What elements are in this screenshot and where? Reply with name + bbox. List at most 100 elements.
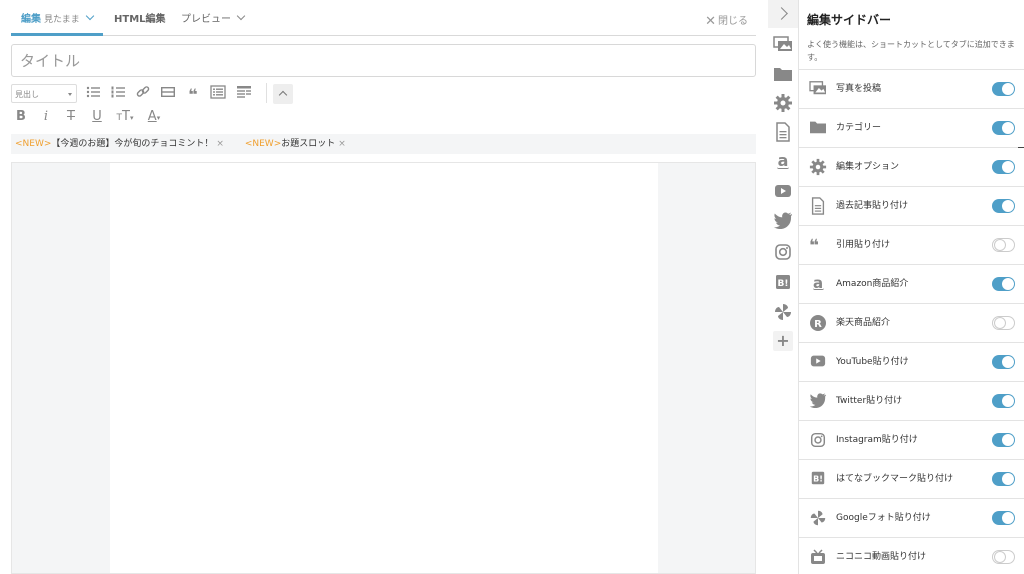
tab-wysiwyg-label: 編集 (21, 14, 41, 25)
chevron-down-icon (236, 11, 246, 21)
folder-icon[interactable] (773, 65, 793, 85)
sidebar-item-label: ニコニコ動画貼り付け (836, 552, 927, 562)
toggle-switch[interactable] (992, 82, 1015, 96)
sidebar-item-rakuten: R 楽天商品紹介 (799, 304, 1024, 343)
link-icon[interactable] (134, 84, 152, 102)
toggle-switch[interactable] (992, 316, 1015, 330)
youtube-icon[interactable] (773, 182, 793, 202)
svg-text:R: R (814, 319, 822, 330)
toggle-knob (994, 317, 1006, 329)
close-label: 閉じる (718, 16, 748, 27)
editor-body[interactable] (110, 163, 658, 573)
horizontal-rule-icon[interactable] (159, 84, 177, 102)
strikethrough-icon[interactable]: T (62, 108, 80, 126)
tab-html[interactable]: HTML編集 (114, 0, 166, 36)
google-photos-icon[interactable] (773, 302, 793, 322)
hatena-bookmark-icon[interactable]: B! (773, 273, 793, 293)
instagram-icon (809, 431, 827, 449)
tab-preview[interactable]: プレビュー (181, 0, 246, 36)
editor-canvas (11, 162, 756, 574)
chevron-down-icon (85, 11, 94, 21)
close-button[interactable]: ✕ 閉じる (705, 12, 748, 29)
new-badge: <NEW> (244, 139, 282, 149)
table-list-icon[interactable] (209, 84, 227, 102)
heading-select[interactable]: 見出し (11, 84, 77, 103)
text-color-icon[interactable]: A▾ (142, 108, 166, 126)
sidebar-title: 編集サイドバー (807, 13, 892, 27)
table-of-contents-icon[interactable] (235, 84, 253, 102)
sidebar-item-hatena-bookmark: B! はてなブックマーク貼り付け (799, 460, 1024, 499)
toggle-switch[interactable] (992, 394, 1015, 408)
toggle-switch[interactable] (992, 433, 1015, 447)
add-shortcut-button[interactable]: + (773, 331, 793, 351)
photo-icon[interactable] (773, 35, 793, 55)
new-badge: <NEW> (15, 139, 52, 149)
shortcut-rail: a B! + (768, 0, 798, 574)
toggle-knob (1002, 434, 1014, 446)
sidebar-item-label: 写真を投稿 (836, 84, 882, 94)
bold-icon[interactable]: B (12, 108, 30, 126)
folder-icon (809, 119, 827, 137)
gear-icon[interactable] (773, 93, 793, 113)
heading-select-value: 見出し (15, 90, 39, 99)
quote-icon[interactable]: ❝ (184, 84, 202, 104)
toggle-knob (1002, 512, 1014, 524)
caret-down-icon (68, 93, 72, 96)
twitter-icon[interactable] (773, 211, 793, 231)
text-size-icon[interactable]: TT▾ (113, 108, 137, 126)
collapse-toolbar-button[interactable] (273, 84, 293, 104)
toggle-switch[interactable] (992, 160, 1015, 174)
sidebar-toggle-button[interactable] (768, 0, 798, 28)
underline-icon[interactable]: U (88, 108, 106, 126)
tab-wysiwyg[interactable]: 編集 見たまま (11, 0, 103, 36)
sidebar-item-label: 編集オプション (836, 162, 900, 172)
photo-icon (809, 80, 827, 98)
tab-wysiwyg-sub: 見たまま (44, 15, 80, 25)
sidebar-item-label: 過去記事貼り付け (836, 201, 909, 211)
sidebar-item-label: YouTube貼り付け (836, 357, 909, 367)
toggle-switch[interactable] (992, 199, 1015, 213)
amazon-icon[interactable]: a (773, 152, 793, 172)
numbered-list-icon[interactable] (109, 84, 127, 102)
toggle-switch[interactable] (992, 472, 1015, 486)
hatena-bookmark-icon: B! (809, 470, 827, 488)
toggle-switch[interactable] (992, 121, 1015, 135)
tab-preview-label: プレビュー (181, 14, 231, 25)
close-icon[interactable]: × (338, 139, 346, 149)
tab-html-label: HTML編集 (114, 14, 166, 25)
scroll-edge-mark (1018, 147, 1024, 148)
close-icon[interactable]: × (216, 139, 224, 149)
document-icon[interactable] (773, 122, 793, 142)
quote-icon: ❝ (809, 236, 819, 256)
topic-chip[interactable]: <NEW>【今週のお題】今が旬のチョコミント！ × (15, 134, 224, 154)
topic-bar: <NEW>【今週のお題】今が旬のチョコミント！ × <NEW>お題スロット × (11, 134, 756, 154)
sidebar-description: よく使う機能は、ショートカットとしてタブに追加できます。 (807, 40, 1015, 62)
topic-chip[interactable]: <NEW>お題スロット × (245, 134, 346, 154)
svg-text:B!: B! (813, 475, 823, 484)
toggle-knob (1002, 356, 1014, 368)
niconico-icon (809, 548, 827, 566)
twitter-icon (809, 392, 827, 410)
sidebar-list: 写真を投稿 カテゴリー 編集オプション 過去記事貼り付け ❝ 引用貼り付け a … (799, 69, 1024, 574)
sidebar-item-label: カテゴリー (836, 123, 882, 133)
toggle-switch[interactable] (992, 277, 1015, 291)
toggle-knob (1002, 200, 1014, 212)
sidebar-item-label: Instagram貼り付け (836, 435, 918, 445)
italic-icon[interactable]: i (37, 108, 55, 126)
toggle-knob (1002, 122, 1014, 134)
sidebar-item-label: Amazon商品紹介 (836, 279, 909, 289)
topic-text: お題スロット (281, 139, 336, 149)
bullet-list-icon[interactable] (84, 84, 102, 102)
toggle-switch[interactable] (992, 355, 1015, 369)
edit-sidebar: 編集サイドバー よく使う機能は、ショートカットとしてタブに追加できます。 写真を… (798, 0, 1024, 574)
sidebar-item-category: カテゴリー (799, 109, 1024, 148)
toggle-switch[interactable] (992, 511, 1015, 525)
toggle-knob (994, 551, 1006, 563)
topic-text: 【今週のお題】今が旬のチョコミント！ (51, 139, 214, 149)
sidebar-item-google-photos: Googleフォト貼り付け (799, 499, 1024, 538)
instagram-icon[interactable] (773, 242, 793, 262)
toggle-switch[interactable] (992, 238, 1015, 252)
sidebar-item-quote: ❝ 引用貼り付け (799, 226, 1024, 265)
title-input[interactable] (11, 44, 756, 77)
toggle-switch[interactable] (992, 550, 1015, 564)
